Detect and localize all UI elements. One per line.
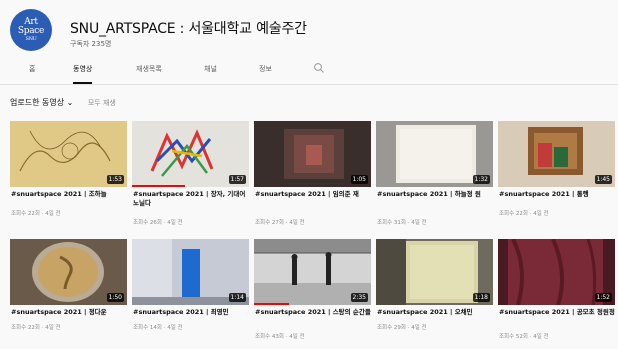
logo-text-3: SNU [25, 36, 37, 42]
sort-row: 업로드한 동영상 ⌄ 모두 재생 [10, 97, 116, 108]
tab-home[interactable]: 홈 [29, 64, 35, 84]
subscriber-count: 구독자 235명 [70, 40, 112, 48]
channel-avatar[interactable]: Art Space SNU [10, 9, 52, 51]
video-title[interactable]: #snuartspace 2021 | 하늘정 원 [377, 190, 493, 199]
watch-progress-bar [132, 185, 185, 187]
duration-badge: 1:52 [594, 293, 612, 302]
video-meta: 조회수 22회 · 4일 전 [11, 211, 61, 217]
duration-badge: 1:50 [106, 293, 124, 302]
duration-badge: 1:53 [106, 175, 124, 184]
video-meta: 조회수 31회 · 4일 전 [377, 220, 427, 226]
duration-badge: 1:57 [228, 175, 246, 184]
video-meta: 조회수 43회 · 4일 전 [255, 334, 305, 340]
tab-about[interactable]: 정보 [259, 64, 272, 84]
header-divider [0, 84, 618, 85]
tab-playlists[interactable]: 재생목록 [136, 64, 162, 84]
play-all-button[interactable]: 모두 재생 [88, 99, 116, 107]
chevron-down-icon: ⌄ [66, 98, 74, 107]
video-title[interactable]: #snuartspace 2021 | 통행 [499, 190, 615, 199]
video-thumbnail[interactable]: 1:52 [498, 239, 615, 305]
duration-badge: 1:05 [350, 175, 368, 184]
logo-text-2: Space [17, 26, 45, 36]
video-title[interactable]: #snuartspace 2021 | 공모초 정원정 [499, 308, 615, 317]
video-meta: 조회수 22회 · 4일 전 [11, 325, 61, 331]
video-meta: 조회수 26회 · 4일 전 [133, 220, 183, 226]
tab-videos[interactable]: 동영상 [73, 64, 93, 84]
video-title[interactable]: #snuartspace 2021 | 스탕의 순간들 [255, 308, 371, 317]
video-thumbnail[interactable]: 2:35 [254, 239, 371, 305]
channel-title: SNU_ARTSPACE : 서울대학교 예술주간 [70, 21, 307, 37]
video-meta: 조회수 27회 · 4일 전 [255, 220, 305, 226]
video-meta: 조회수 52회 · 4일 전 [499, 334, 549, 340]
video-thumbnail[interactable]: 1:18 [376, 239, 493, 305]
video-title[interactable]: #snuartspace 2021 | 임의준 재 [255, 190, 371, 199]
video-title[interactable]: #snuartspace 2021 | 장자, 기대어 노닐다 [133, 190, 249, 208]
video-thumbnail[interactable]: 1:57 [132, 121, 249, 187]
sort-dropdown[interactable]: 업로드한 동영상 ⌄ [10, 98, 73, 107]
search-icon[interactable] [313, 62, 325, 74]
video-thumbnail[interactable]: 1:14 [132, 239, 249, 305]
video-title[interactable]: #snuartspace 2021 | 오채민 [377, 308, 493, 317]
watch-progress-bar [254, 303, 290, 305]
duration-badge: 1:14 [228, 293, 246, 302]
video-title[interactable]: #snuartspace 2021 | 조하늘 [11, 190, 127, 199]
video-thumbnail[interactable]: 1:05 [254, 121, 371, 187]
video-meta: 조회수 29회 · 4일 전 [377, 325, 427, 331]
video-thumbnail[interactable]: 1:53 [10, 121, 127, 187]
channel-tabs: 홈 동영상 재생목록 채널 정보 [0, 60, 618, 84]
tab-channels[interactable]: 채널 [204, 64, 217, 84]
video-thumbnail[interactable]: 1:45 [498, 121, 615, 187]
video-title[interactable]: #snuartspace 2021 | 최영민 [133, 308, 249, 317]
video-meta: 조회수 14회 · 4일 전 [133, 325, 183, 331]
duration-badge: 1:45 [594, 175, 612, 184]
video-title[interactable]: #snuartspace 2021 | 정다운 [11, 308, 127, 317]
duration-badge: 2:35 [350, 293, 368, 302]
video-thumbnail[interactable]: 1:50 [10, 239, 127, 305]
duration-badge: 1:18 [472, 293, 490, 302]
duration-badge: 1:32 [472, 175, 490, 184]
sort-label: 업로드한 동영상 [10, 98, 65, 107]
video-meta: 조회수 22회 · 4일 전 [499, 211, 549, 217]
video-thumbnail[interactable]: 1:32 [376, 121, 493, 187]
